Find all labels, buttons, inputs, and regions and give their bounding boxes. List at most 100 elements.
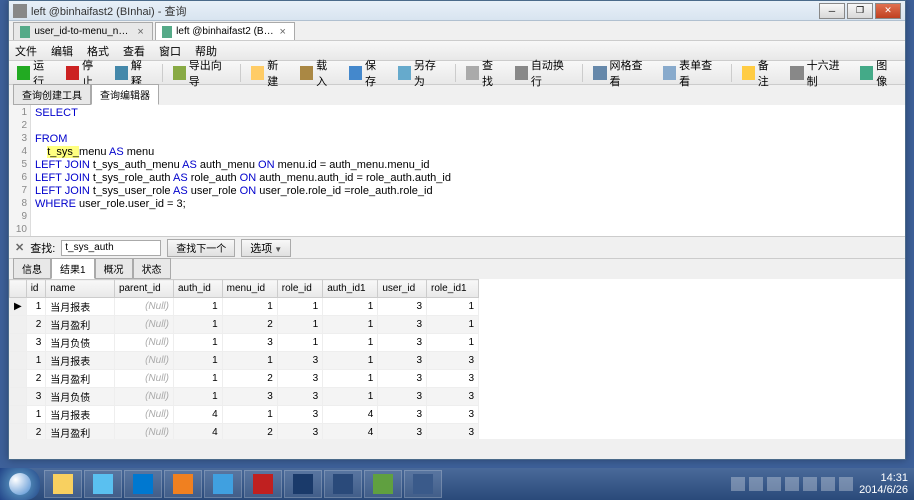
table-row[interactable]: 2当月盈利(Null)123133 xyxy=(10,370,479,388)
taskbar-app[interactable] xyxy=(404,470,442,498)
table-row[interactable]: 3当月负债(Null)133133 xyxy=(10,388,479,406)
editor-tab[interactable]: 查询创建工具 xyxy=(13,84,91,105)
cell[interactable]: 1 xyxy=(26,406,46,424)
cell[interactable]: 3 xyxy=(222,334,277,352)
cell[interactable]: 1 xyxy=(323,334,378,352)
cell[interactable]: 4 xyxy=(173,424,222,440)
cell[interactable]: (Null) xyxy=(114,352,173,370)
tray-icon[interactable] xyxy=(839,477,853,491)
cell[interactable]: 2 xyxy=(26,316,46,334)
cell[interactable]: 1 xyxy=(277,316,322,334)
close-button[interactable]: ✕ xyxy=(875,3,901,19)
cell[interactable]: 当月负债 xyxy=(46,334,115,352)
cell[interactable]: 3 xyxy=(427,388,479,406)
tray-icon[interactable] xyxy=(785,477,799,491)
editor-tab[interactable]: 查询编辑器 xyxy=(91,84,159,105)
cell[interactable]: 3 xyxy=(378,334,427,352)
cell[interactable]: 当月报表 xyxy=(46,352,115,370)
cell[interactable]: 1 xyxy=(277,298,322,316)
cell[interactable]: 当月报表 xyxy=(46,406,115,424)
cell[interactable]: 3 xyxy=(427,424,479,440)
find-next-button[interactable]: 查找下一个 xyxy=(167,239,235,257)
cell[interactable]: 1 xyxy=(173,334,222,352)
cell[interactable]: 1 xyxy=(173,316,222,334)
cell[interactable]: 3 xyxy=(378,370,427,388)
table-row[interactable]: 3当月负债(Null)131131 xyxy=(10,334,479,352)
cell[interactable]: 3 xyxy=(26,334,46,352)
cell[interactable]: (Null) xyxy=(114,406,173,424)
cell[interactable]: (Null) xyxy=(114,388,173,406)
cell[interactable]: 2 xyxy=(26,370,46,388)
taskbar-app[interactable] xyxy=(364,470,402,498)
minimize-button[interactable]: ─ xyxy=(819,3,845,19)
cell[interactable]: 1 xyxy=(427,334,479,352)
cell[interactable]: (Null) xyxy=(114,316,173,334)
toolbar-新建[interactable]: 新建 xyxy=(247,55,292,91)
code-area[interactable]: SELECT FROM t_sys_menu AS menuLEFT JOIN … xyxy=(31,105,905,236)
cell[interactable]: 1 xyxy=(427,316,479,334)
result-tab[interactable]: 状态 xyxy=(133,258,171,279)
toolbar-查找[interactable]: 查找 xyxy=(462,55,507,91)
cell[interactable]: 2 xyxy=(222,370,277,388)
cell[interactable]: 1 xyxy=(173,298,222,316)
tray-icon[interactable] xyxy=(803,477,817,491)
clock[interactable]: 14:31 2014/6/26 xyxy=(859,472,908,496)
cell[interactable]: 1 xyxy=(427,298,479,316)
column-header[interactable]: name xyxy=(46,280,115,298)
tray-icon[interactable] xyxy=(767,477,781,491)
search-input[interactable] xyxy=(61,240,161,256)
cell[interactable]: 3 xyxy=(26,388,46,406)
cell[interactable]: 1 xyxy=(323,370,378,388)
column-header[interactable]: auth_id1 xyxy=(323,280,378,298)
tab-close-icon[interactable]: × xyxy=(280,26,288,38)
cell[interactable]: 4 xyxy=(173,406,222,424)
cell[interactable]: 1 xyxy=(323,388,378,406)
tray-icon[interactable] xyxy=(749,477,763,491)
tray-icon[interactable] xyxy=(731,477,745,491)
cell[interactable]: (Null) xyxy=(114,298,173,316)
cell[interactable]: 1 xyxy=(173,388,222,406)
toolbar-另存为[interactable]: 另存为 xyxy=(394,55,449,91)
cell[interactable]: 1 xyxy=(26,298,46,316)
result-tab[interactable]: 信息 xyxy=(13,258,51,279)
cell[interactable]: 4 xyxy=(323,424,378,440)
toolbar-十六进制[interactable]: 十六进制 xyxy=(786,55,852,91)
cell[interactable]: 当月盈利 xyxy=(46,370,115,388)
table-row[interactable]: 2当月盈利(Null)423433 xyxy=(10,424,479,440)
cell[interactable]: 1 xyxy=(222,406,277,424)
start-button[interactable] xyxy=(0,468,40,500)
cell[interactable]: 3 xyxy=(378,352,427,370)
toolbar-载入[interactable]: 载入 xyxy=(296,55,341,91)
cell[interactable]: 3 xyxy=(378,298,427,316)
result-grid[interactable]: idnameparent_idauth_idmenu_idrole_idauth… xyxy=(9,279,905,439)
taskbar-app[interactable] xyxy=(324,470,362,498)
cell[interactable]: 3 xyxy=(277,388,322,406)
document-tab[interactable]: user_id-to-menu_name ...× xyxy=(13,22,153,40)
tab-close-icon[interactable]: × xyxy=(137,26,146,38)
cell[interactable]: 当月盈利 xyxy=(46,316,115,334)
cell[interactable]: (Null) xyxy=(114,424,173,440)
cell[interactable]: 1 xyxy=(277,334,322,352)
maximize-button[interactable]: ❐ xyxy=(847,3,873,19)
column-header[interactable]: auth_id xyxy=(173,280,222,298)
tray-icon[interactable] xyxy=(821,477,835,491)
cell[interactable]: 1 xyxy=(323,316,378,334)
cell[interactable]: 3 xyxy=(427,352,479,370)
cell[interactable]: 3 xyxy=(378,424,427,440)
toolbar-图像[interactable]: 图像 xyxy=(856,55,901,91)
column-header[interactable]: parent_id xyxy=(114,280,173,298)
cell[interactable]: 2 xyxy=(222,424,277,440)
cell[interactable]: 1 xyxy=(222,352,277,370)
search-close-icon[interactable]: ✕ xyxy=(15,241,24,254)
taskbar-app[interactable] xyxy=(244,470,282,498)
cell[interactable]: 1 xyxy=(323,298,378,316)
column-header[interactable]: role_id xyxy=(277,280,322,298)
taskbar-app[interactable] xyxy=(84,470,122,498)
taskbar-app[interactable] xyxy=(284,470,322,498)
result-tab[interactable]: 结果1 xyxy=(51,258,95,279)
titlebar[interactable]: left @binhaifast2 (BInhai) - 查询 ─ ❐ ✕ xyxy=(9,1,905,21)
toolbar-导出向导[interactable]: 导出向导 xyxy=(169,55,235,91)
cell[interactable]: 3 xyxy=(378,388,427,406)
toolbar-表单查看[interactable]: 表单查看 xyxy=(659,55,725,91)
cell[interactable]: 3 xyxy=(277,406,322,424)
